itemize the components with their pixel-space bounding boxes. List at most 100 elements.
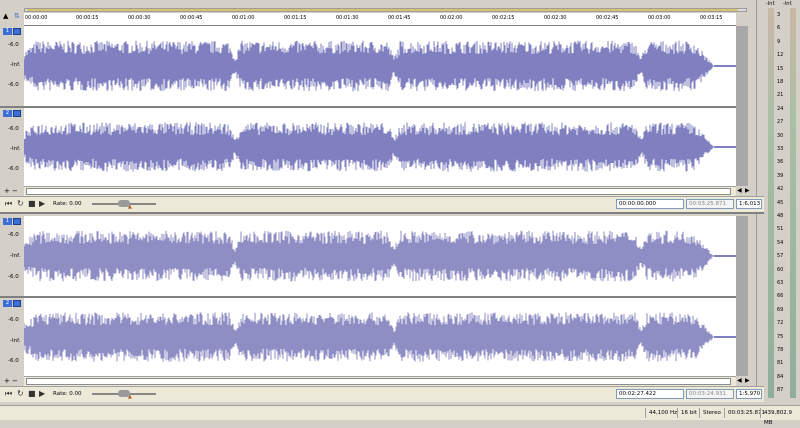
loop-icon[interactable]: ↻ [17, 390, 24, 398]
bottom-data-window: 1 -6.0 -Inf. -6.0 2 -6.0 -Inf. -6.0 + − … [0, 212, 765, 405]
meter-tick: 48 [777, 213, 784, 219]
scroll-thumb[interactable] [26, 378, 731, 385]
transport-bar-top: ⏮ ↻ ■ ▶ Rate: 0.00 ▲ 00:00:00.000 00:03:… [0, 196, 764, 212]
channel-2-toggle-icon[interactable] [13, 300, 21, 307]
meter-tick: 12 [777, 52, 784, 59]
channel-2-header: 2 -6.0 -Inf. -6.0 [0, 108, 24, 186]
channel-scale-label: -6.0 [8, 166, 19, 172]
channel-2-toggle-icon[interactable] [13, 110, 21, 117]
waveform-svg [24, 312, 736, 362]
waveform-path [24, 230, 714, 282]
waveform-top-channel-1[interactable] [24, 26, 736, 106]
play-icon[interactable]: ▶ [39, 200, 45, 208]
status-length: 00:03:25.871 [724, 408, 765, 418]
play-icon[interactable]: ▶ [39, 390, 45, 398]
scroll-right-icon[interactable]: ▶ [745, 377, 750, 384]
waveform-svg [24, 230, 736, 282]
zoom-in-icon[interactable]: + [4, 187, 10, 195]
ruler-tick: 00:01:15 [284, 15, 307, 21]
horizontal-scrollbar-bottom[interactable] [24, 376, 736, 386]
rewind-icon[interactable]: ⏮ [5, 200, 12, 208]
waveform-svg [24, 40, 736, 92]
scroll-right-icon[interactable]: ▶ [745, 187, 750, 194]
channel-1-button[interactable]: 1 [3, 218, 12, 225]
channel-1-toggle-icon[interactable] [13, 28, 21, 35]
rate-marker-icon: ▲ [128, 204, 132, 210]
lock-icon[interactable]: ▲ [3, 12, 8, 20]
scroll-thumb[interactable] [26, 188, 731, 195]
overview-marker [27, 9, 738, 11]
scroll-left-icon[interactable]: ◀ [737, 377, 742, 384]
selection-end-field[interactable]: 00:03:24.931 [686, 389, 734, 399]
marker-icon[interactable]: ⇅ [14, 12, 20, 20]
channel-scale-label: -6.0 [8, 232, 19, 238]
channel-scale-label: -6.0 [8, 82, 19, 88]
ruler-tick: 00:00:15 [76, 15, 99, 21]
time-ruler-top[interactable]: 00:00:00 00:00:15 00:00:30 00:00:45 00:0… [24, 13, 736, 26]
meter-tick: 30 [777, 132, 784, 139]
waveform-path [24, 312, 714, 362]
meter-tick: 54 [777, 239, 784, 246]
scroll-left-icon[interactable]: ◀ [737, 187, 742, 194]
meter-header-left: -Inf. [766, 1, 776, 7]
channel-1-toggle-icon[interactable] [13, 218, 21, 225]
meter-tick: 15 [777, 65, 784, 72]
waveform-svg [24, 122, 736, 172]
ruler-tick: 00:03:15 [700, 15, 723, 21]
channel-2-button[interactable]: 2 [3, 300, 12, 307]
waveform-bottom-channel-2[interactable] [24, 298, 736, 376]
meter-tick: 72 [777, 320, 784, 327]
channel-scale-label: -6.0 [8, 317, 19, 323]
channel-1-header: 1 -6.0 -Inf. -6.0 [0, 26, 24, 106]
zoom-out-icon[interactable]: − [12, 187, 18, 195]
waveform-top-channel-2[interactable] [24, 108, 736, 186]
zoom-ratio-field[interactable]: 1:5,970 [736, 389, 762, 399]
channel-2-button[interactable]: 2 [3, 110, 12, 117]
meter-tick: 66 [777, 293, 784, 300]
meter-tick: 87 [777, 387, 784, 394]
meter-tick: 69 [777, 306, 784, 313]
channel-1-header: 1 -6.0 -Inf. -6.0 [0, 216, 24, 296]
selection-end-field[interactable]: 00:03:25.871 [686, 199, 734, 209]
ruler-tick: 00:03:00 [648, 15, 671, 21]
rate-marker-icon: ▲ [128, 394, 132, 400]
channel-scale-label: -Inf. [10, 338, 21, 344]
channel-scale-label: -6.0 [8, 358, 19, 364]
meter-tick: 57 [777, 253, 784, 260]
status-sample-rate: 44,100 Hz [645, 408, 677, 418]
overview-bar[interactable] [24, 8, 747, 12]
meter-tick: 33 [777, 146, 784, 152]
status-bit-depth: 16 bit [677, 408, 699, 418]
ruler-tick: 00:02:30 [544, 15, 567, 21]
zoom-in-icon[interactable]: + [4, 377, 10, 385]
rewind-icon[interactable]: ⏮ [5, 390, 12, 398]
level-meter: -Inf. -Inf. 3 6 9 12 15 18 21 24 27 30 33 36 39 42 45 4… [764, 0, 800, 398]
meter-tick: 3 [777, 12, 781, 18]
channel-1-button[interactable]: 1 [3, 28, 12, 35]
meter-tick: 45 [777, 199, 784, 206]
channel-scale-label: -6.0 [8, 126, 19, 132]
rate-slider-icon[interactable] [92, 390, 156, 397]
meter-tick: 27 [777, 119, 784, 126]
meter-tick: 60 [777, 266, 784, 273]
channel-scale-label: -Inf. [10, 253, 21, 259]
zoom-out-icon[interactable]: − [12, 377, 18, 385]
meter-header-right: -Inf. [783, 1, 793, 7]
loop-icon[interactable]: ↻ [17, 200, 24, 208]
selection-start-field[interactable]: 00:02:27.422 [616, 389, 684, 399]
stop-icon[interactable]: ■ [28, 200, 36, 208]
meter-tick: 39 [777, 172, 784, 179]
zoom-ratio-field[interactable]: 1:6,013 [736, 199, 762, 209]
meter-bar-left [768, 8, 774, 398]
meter-bar-right [790, 8, 796, 398]
meter-tick: 21 [777, 92, 784, 99]
selection-start-field[interactable]: 00:00:00.000 [616, 199, 684, 209]
window-divider [0, 212, 764, 214]
waveform-path [24, 40, 714, 92]
waveform-bottom-channel-1[interactable] [24, 216, 736, 296]
ruler-tick: 00:02:45 [596, 15, 619, 21]
meter-tick: 84 [777, 373, 784, 380]
horizontal-scrollbar-top[interactable] [24, 186, 736, 196]
rate-slider-icon[interactable] [92, 200, 156, 207]
stop-icon[interactable]: ■ [28, 390, 36, 398]
